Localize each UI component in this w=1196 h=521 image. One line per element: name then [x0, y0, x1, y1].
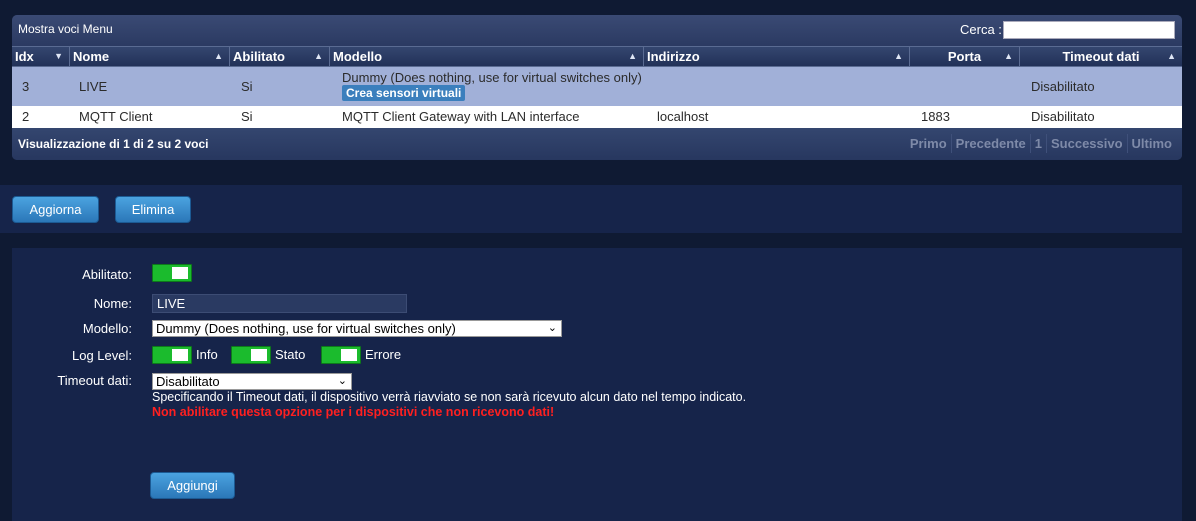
toggle-knob: [341, 349, 357, 361]
sort-icon: ▲: [314, 51, 323, 61]
chevron-down-icon: ⌄: [547, 322, 557, 334]
log-error-label: Errore: [365, 347, 402, 362]
timeout-hint: Specificando il Timeout dati, il disposi…: [152, 390, 747, 404]
cell-address: localhost: [657, 109, 709, 124]
log-status-label: Stato: [275, 347, 306, 362]
toggle-knob: [172, 267, 188, 279]
column-header-nome[interactable]: Nome ▲: [70, 47, 230, 66]
column-header-abilitato[interactable]: Abilitato ▲: [230, 47, 330, 66]
timeout-label: Timeout dati:: [57, 373, 132, 388]
sort-icon: ▲: [214, 51, 223, 61]
timeout-select[interactable]: Disabilitato ⌄: [152, 373, 352, 390]
sort-icon: ▲: [628, 51, 637, 61]
cell-name: MQTT Client: [79, 109, 153, 124]
cell-enabled: Si: [241, 79, 253, 94]
cell-enabled: Si: [241, 109, 253, 124]
add-button[interactable]: Aggiungi: [150, 472, 235, 499]
table-header: Idx ▼ Nome ▲ Abilitato ▲ Modello ▲ Indirizzo…: [12, 46, 1182, 67]
table-footer: Visualizzazione di 1 di 2 su 2 voci Prim…: [12, 128, 1182, 160]
search-input[interactable]: [1003, 21, 1175, 39]
column-header-porta[interactable]: Porta ▲: [910, 47, 1020, 66]
pager-last[interactable]: Ultimo: [1126, 134, 1176, 153]
cell-timeout: Disabilitato: [1031, 79, 1095, 94]
name-input[interactable]: [152, 294, 407, 313]
cell-model: Dummy (Does nothing, use for virtual swi…: [342, 70, 642, 101]
table-title: Mostra voci Menu: [18, 22, 113, 36]
column-header-modello[interactable]: Modello ▲: [330, 47, 644, 66]
sort-desc-icon: ▼: [54, 51, 63, 61]
log-error-toggle[interactable]: [321, 346, 361, 364]
cell-model-text: Dummy (Does nothing, use for virtual swi…: [342, 70, 642, 85]
pager-first[interactable]: Primo: [906, 134, 951, 153]
model-label: Modello:: [82, 321, 132, 336]
action-bar: Aggiorna Elimina: [0, 185, 1182, 233]
chevron-down-icon: ⌄: [337, 375, 347, 387]
toggle-knob: [172, 349, 188, 361]
cell-model: MQTT Client Gateway with LAN interface: [342, 109, 580, 124]
log-status-toggle[interactable]: [231, 346, 271, 364]
enabled-label: Abilitato:: [82, 267, 132, 282]
pager-previous[interactable]: Precedente: [950, 134, 1030, 153]
name-label: Nome:: [93, 296, 132, 311]
table-info: Visualizzazione di 1 di 2 su 2 voci: [18, 137, 209, 151]
table-row[interactable]: 2 MQTT Client Si MQTT Client Gateway wit…: [12, 106, 1182, 128]
devices-table-panel: Mostra voci Menu Cerca : Idx ▼ Nome ▲ Abil…: [12, 15, 1182, 160]
cell-idx: 3: [22, 79, 30, 94]
delete-button[interactable]: Elimina: [115, 196, 191, 223]
column-header-timeout[interactable]: Timeout dati ▲: [1020, 47, 1182, 66]
cell-idx: 2: [22, 109, 30, 124]
log-info-label: Info: [196, 347, 218, 362]
enabled-toggle[interactable]: [152, 264, 192, 282]
pager-page-1[interactable]: 1: [1029, 134, 1046, 153]
timeout-warning: Non abilitare questa opzione per i dispo…: [152, 405, 555, 419]
pager-next[interactable]: Successivo: [1046, 134, 1127, 153]
update-button[interactable]: Aggiorna: [12, 196, 99, 223]
create-virtual-sensors-button[interactable]: Crea sensori virtuali: [342, 85, 466, 101]
cell-name: LIVE: [79, 79, 108, 94]
sort-icon: ▲: [1004, 51, 1013, 61]
log-info-toggle[interactable]: [152, 346, 192, 364]
toggle-knob: [251, 349, 267, 361]
cell-port: 1883: [921, 109, 950, 124]
loglevel-label: Log Level:: [72, 348, 132, 363]
sort-icon: ▲: [894, 51, 903, 61]
column-header-idx[interactable]: Idx ▼: [12, 47, 70, 66]
table-row[interactable]: 3 LIVE Si Dummy (Does nothing, use for v…: [12, 67, 1182, 106]
model-select[interactable]: Dummy (Does nothing, use for virtual swi…: [152, 320, 562, 337]
hardware-form: Abilitato: Nome: Modello: Dummy (Does no…: [12, 248, 1182, 521]
table-toolbar: Mostra voci Menu Cerca :: [12, 15, 1182, 46]
sort-icon: ▲: [1167, 51, 1176, 61]
column-header-indirizzo[interactable]: Indirizzo ▲: [644, 47, 910, 66]
cell-timeout: Disabilitato: [1031, 109, 1095, 124]
pagination: Primo Precedente 1 Successivo Ultimo: [906, 134, 1176, 153]
search-label: Cerca :: [960, 22, 1002, 37]
model-select-value: Dummy (Does nothing, use for virtual swi…: [156, 321, 456, 336]
timeout-select-value: Disabilitato: [156, 374, 220, 389]
